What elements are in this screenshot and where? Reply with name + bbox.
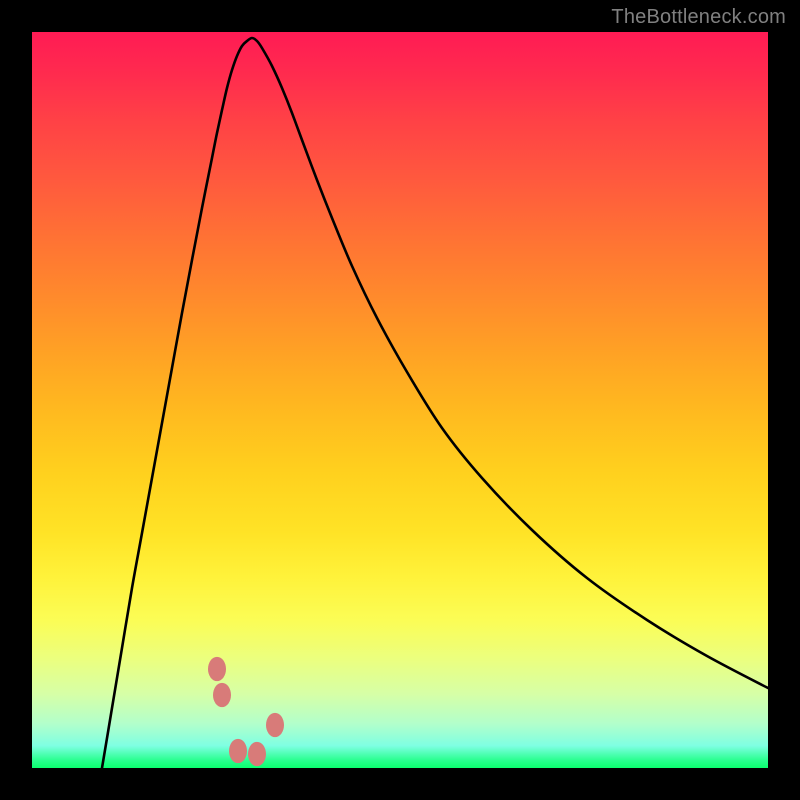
plot-area: [32, 32, 768, 768]
marker-right: [266, 713, 284, 737]
marker-bottom-left: [229, 739, 247, 763]
bottleneck-curve-path: [102, 38, 768, 768]
marker-left-lower: [213, 683, 231, 707]
marker-bottom-right: [248, 742, 266, 766]
chart-frame: TheBottleneck.com: [0, 0, 800, 800]
marker-group: [208, 657, 284, 766]
watermark-text: TheBottleneck.com: [611, 6, 786, 29]
curve-svg: [32, 32, 768, 768]
marker-left-upper: [208, 657, 226, 681]
